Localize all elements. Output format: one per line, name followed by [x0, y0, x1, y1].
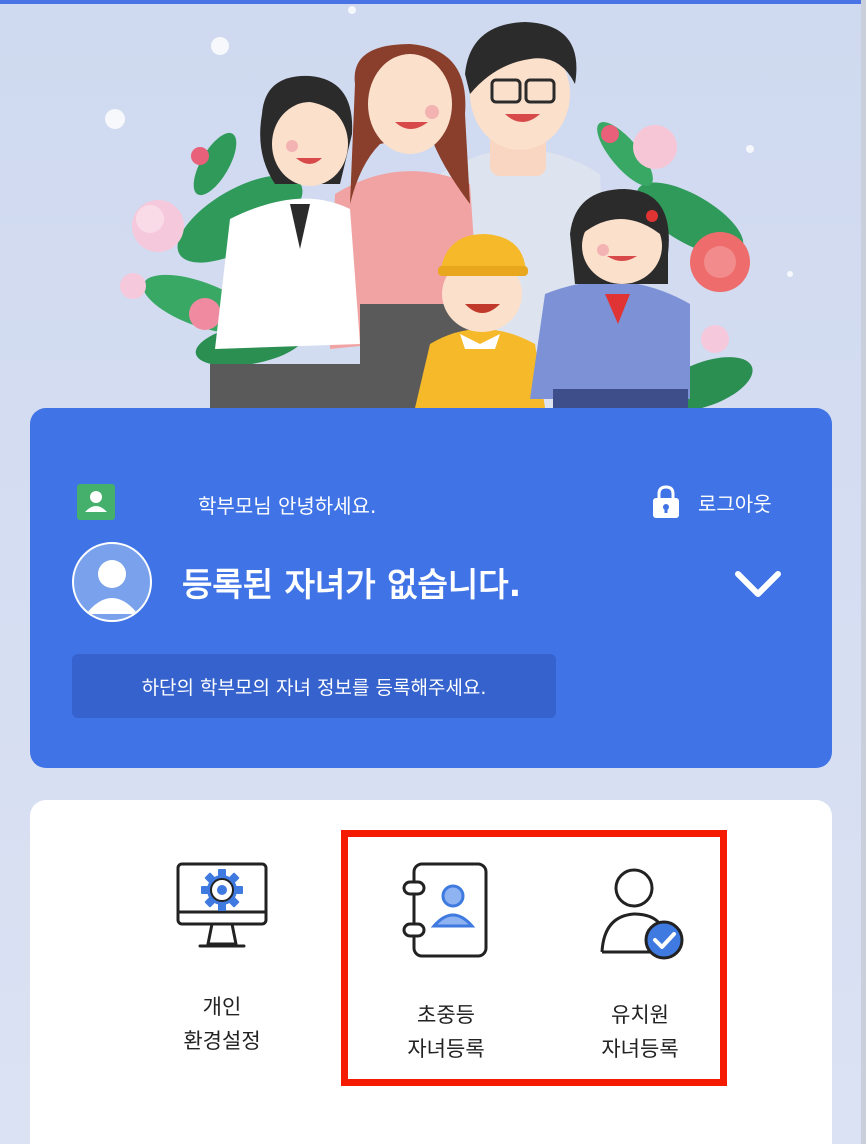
chevron-down-icon [735, 571, 781, 597]
school-child-register-label: 초중등 자녀등록 [407, 998, 484, 1066]
greeting-text: 학부모님 안녕하세요. [198, 494, 377, 518]
register-info-message: 하단의 학부모의 자녀 정보를 등록해주세요. [72, 654, 556, 718]
kindergarten-child-register-label: 유치원 자녀등록 [601, 998, 678, 1066]
kindergarten-child-register-button[interactable]: 유치원 자녀등록 [540, 860, 740, 1080]
logout-label: 로그아웃 [698, 491, 772, 516]
family-illustration [0, 4, 866, 408]
monitor-gear-icon [176, 862, 268, 948]
personal-settings-button[interactable]: 개인 환경설정 [122, 860, 322, 1080]
user-badge-icon [77, 484, 115, 520]
expand-dropdown-button[interactable] [730, 566, 786, 602]
label-line2: 환경설정 [183, 1029, 261, 1053]
lock-icon [653, 485, 679, 518]
label-line1: 개인 [202, 995, 242, 1019]
personal-settings-label: 개인 환경설정 [183, 990, 260, 1058]
label-line2: 자녀등록 [407, 1037, 485, 1061]
child-avatar [72, 542, 152, 622]
quick-menu-panel: 개인 환경설정 초중등 자녀등록 유치원 자녀등록 [30, 800, 832, 1144]
logout-button[interactable]: 로그아웃 [652, 484, 772, 520]
address-book-icon [402, 862, 488, 958]
no-child-title: 등록된 자녀가 없습니다. [182, 565, 522, 604]
label-line1: 초중등 [417, 1003, 475, 1027]
label-line1: 유치원 [611, 1003, 669, 1027]
avatar-person-icon [86, 560, 138, 614]
user-check-icon [600, 868, 684, 960]
school-child-register-button[interactable]: 초중등 자녀등록 [346, 860, 546, 1080]
scrollbar-edge [861, 0, 866, 1144]
label-line2: 자녀등록 [601, 1037, 679, 1061]
parent-status-card: 학부모님 안녕하세요. 로그아웃 등록된 자녀가 없습니다. 하단의 학부모의 … [30, 408, 832, 768]
